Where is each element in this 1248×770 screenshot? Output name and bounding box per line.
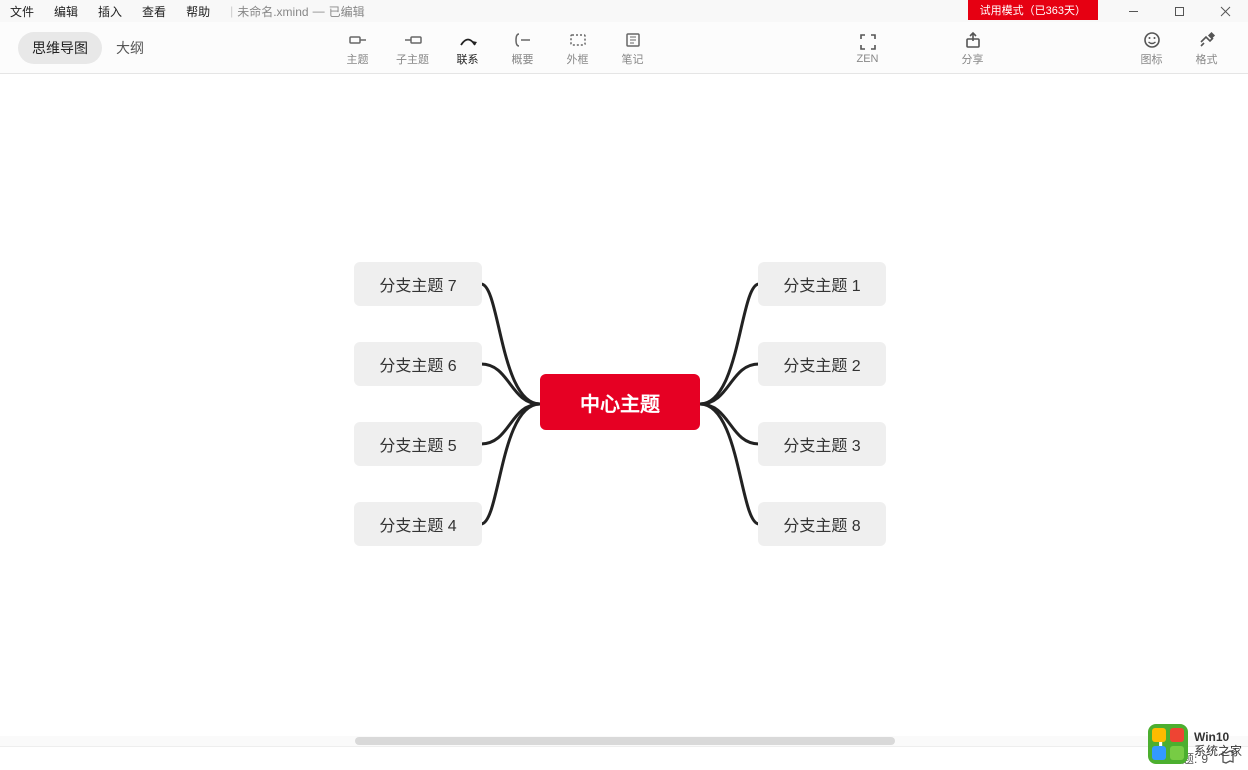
close-button[interactable] (1202, 0, 1248, 22)
node-branch-left-3[interactable]: 分支主题 4 (354, 502, 482, 546)
tool-group-format: 图标 格式 (1124, 24, 1234, 72)
tool-zen[interactable]: ZEN (840, 24, 895, 72)
node-center[interactable]: 中心主题 (540, 374, 700, 430)
doc-status: 已编辑 (329, 3, 365, 20)
note-icon (623, 29, 643, 51)
mindmap-canvas[interactable]: 中心主题 分支主题 7 分支主题 6 分支主题 5 分支主题 4 分支主题 1 … (0, 74, 1248, 740)
menu-view[interactable]: 查看 (132, 0, 176, 23)
node-branch-right-3[interactable]: 分支主题 8 (758, 502, 886, 546)
tool-icons-label: 图标 (1141, 51, 1163, 67)
node-branch-left-2[interactable]: 分支主题 5 (354, 422, 482, 466)
tool-subtopic-label: 子主题 (396, 51, 429, 67)
tool-summary-label: 概要 (512, 51, 534, 67)
tool-share[interactable]: 分享 (945, 24, 1000, 72)
doc-title: | 未命名.xmind — 已编辑 (226, 3, 365, 20)
tool-boundary-label: 外框 (567, 51, 589, 67)
tab-outline[interactable]: 大纲 (102, 32, 158, 64)
menu-file[interactable]: 文件 (0, 0, 44, 23)
maximize-button[interactable] (1156, 0, 1202, 22)
subtopic-icon (403, 29, 423, 51)
menu-edit[interactable]: 编辑 (44, 0, 88, 23)
watermark: 1 Win10 系统之家 (1148, 724, 1242, 764)
watermark-line1: Win10 (1194, 730, 1242, 744)
menu-help[interactable]: 帮助 (176, 0, 220, 23)
tab-mindmap[interactable]: 思维导图 (18, 32, 102, 64)
tool-summary[interactable]: 概要 (495, 24, 550, 72)
menubar: 文件 编辑 插入 查看 帮助 (0, 0, 220, 23)
tool-icons[interactable]: 图标 (1124, 24, 1179, 72)
share-icon (964, 29, 982, 51)
tool-topic[interactable]: 主题 (330, 24, 385, 72)
doc-filename: 未命名.xmind (237, 3, 308, 20)
horizontal-scroll-thumb[interactable] (355, 737, 895, 745)
tool-note-label: 笔记 (622, 51, 644, 67)
titlebar: 文件 编辑 插入 查看 帮助 | 未命名.xmind — 已编辑 试用模式（已3… (0, 0, 1248, 22)
node-branch-right-1[interactable]: 分支主题 2 (758, 342, 886, 386)
zen-icon (859, 31, 877, 53)
relationship-icon (458, 29, 478, 51)
watermark-line2: 系统之家 (1194, 744, 1242, 758)
node-branch-left-0[interactable]: 分支主题 7 (354, 262, 482, 306)
tool-note[interactable]: 笔记 (605, 24, 660, 72)
minimize-button[interactable] (1110, 0, 1156, 22)
watermark-text: Win10 系统之家 (1194, 730, 1242, 759)
tool-group-insert: 主题 子主题 联系 概要 外框 (330, 24, 660, 72)
tool-boundary[interactable]: 外框 (550, 24, 605, 72)
tool-format[interactable]: 格式 (1179, 24, 1234, 72)
tool-topic-label: 主题 (347, 51, 369, 67)
node-branch-left-1[interactable]: 分支主题 6 (354, 342, 482, 386)
horizontal-scrollbar[interactable] (0, 736, 1248, 746)
tool-subtopic[interactable]: 子主题 (385, 24, 440, 72)
tool-share-label: 分享 (962, 51, 984, 67)
tool-zen-label: ZEN (857, 53, 879, 65)
node-branch-right-2[interactable]: 分支主题 3 (758, 422, 886, 466)
toolbar: 思维导图 大纲 主题 子主题 联系 概要 (0, 22, 1248, 74)
smiley-icon (1143, 29, 1161, 51)
summary-icon (513, 29, 533, 51)
tool-format-label: 格式 (1196, 51, 1218, 67)
watermark-logo: 1 (1148, 724, 1188, 764)
tool-group-view: ZEN 分享 (840, 24, 1000, 72)
menu-insert[interactable]: 插入 (88, 0, 132, 23)
window-controls (1110, 0, 1248, 22)
tool-relationship-label: 联系 (457, 51, 479, 67)
statusbar: 主题: 9 (0, 746, 1248, 770)
boundary-icon (568, 29, 588, 51)
tool-relationship[interactable]: 联系 (440, 24, 495, 72)
trial-badge[interactable]: 试用模式（已363天） (968, 0, 1098, 20)
node-branch-right-0[interactable]: 分支主题 1 (758, 262, 886, 306)
view-tabs: 思维导图 大纲 (18, 32, 158, 64)
topic-icon (348, 29, 368, 51)
format-icon (1198, 29, 1216, 51)
